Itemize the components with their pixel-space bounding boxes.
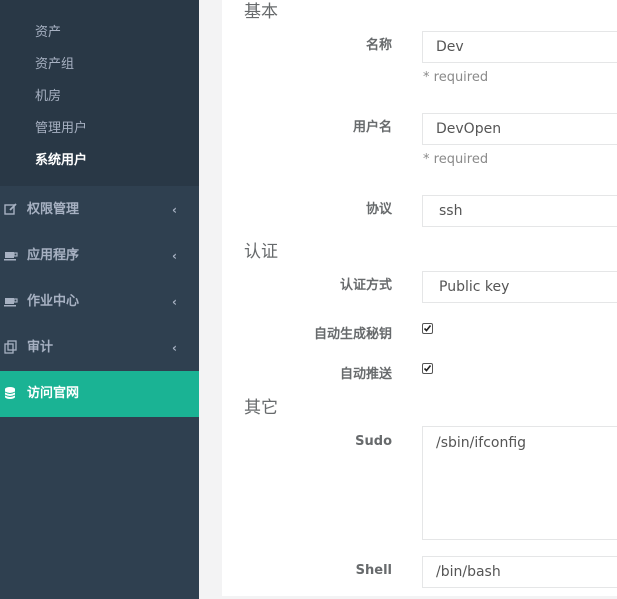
- chevron-left-icon: ‹: [172, 249, 177, 263]
- username-help: * required: [423, 152, 489, 167]
- name-input[interactable]: Dev: [422, 31, 617, 63]
- submenu-item-system-users[interactable]: 系统用户: [35, 152, 87, 170]
- sidebar-item-label: 权限管理: [27, 202, 80, 217]
- edit-icon: [4, 202, 18, 216]
- database-icon: [4, 386, 18, 400]
- name-label: 名称: [365, 38, 392, 53]
- section-title-basic: 基本: [244, 2, 278, 22]
- sidebar-item-jobs[interactable]: 作业中心 ‹: [0, 279, 199, 325]
- chevron-left-icon: ‹: [172, 295, 177, 309]
- username-label: 用户名: [352, 120, 392, 135]
- shell-input[interactable]: /bin/bash: [422, 556, 617, 588]
- sidebar-item-label: 访问官网: [27, 386, 80, 401]
- auto-generate-key-label: 自动生成秘钥: [313, 327, 392, 342]
- sidebar-item-applications[interactable]: 应用程序 ‹: [0, 233, 199, 279]
- username-input[interactable]: DevOpen: [422, 113, 617, 145]
- submenu-item-admin-users[interactable]: 管理用户: [35, 120, 87, 138]
- chevron-left-icon: ‹: [172, 341, 177, 355]
- sidebar: 资产 资产组 机房 管理用户 系统用户 权限管理 ‹ 应用程序 ‹ 作业中心 ‹…: [0, 0, 199, 599]
- sudo-label: Sudo: [355, 434, 392, 449]
- section-title-auth: 认证: [244, 242, 278, 262]
- auto-push-checkbox[interactable]: [422, 363, 433, 374]
- protocol-select[interactable]: ssh: [422, 195, 617, 227]
- chevron-left-icon: ‹: [172, 203, 177, 217]
- sidebar-item-permissions[interactable]: 权限管理 ‹: [0, 187, 199, 233]
- sidebar-item-label: 应用程序: [27, 248, 80, 263]
- coffee-icon: [4, 294, 18, 308]
- submenu-item-asset-groups[interactable]: 资产组: [35, 56, 74, 74]
- submenu-item-assets[interactable]: 资产: [35, 24, 61, 42]
- sidebar-item-label: 作业中心: [27, 294, 80, 309]
- protocol-label: 协议: [365, 202, 392, 217]
- sudo-textarea[interactable]: /sbin/ifconfig: [422, 426, 617, 540]
- coffee-icon: [4, 248, 18, 262]
- check-icon: [423, 365, 432, 372]
- copy-icon: [4, 340, 18, 354]
- shell-label: Shell: [355, 563, 392, 578]
- submenu-item-idc[interactable]: 机房: [35, 88, 61, 106]
- auto-push-label: 自动推送: [339, 367, 392, 382]
- check-icon: [423, 325, 432, 332]
- sidebar-item-official-site[interactable]: 访问官网: [0, 371, 199, 417]
- sidebar-item-label: 审计: [27, 340, 54, 355]
- section-title-other: 其它: [244, 398, 278, 418]
- sidebar-item-audit[interactable]: 审计 ‹: [0, 325, 199, 371]
- auth-method-label: 认证方式: [339, 278, 392, 293]
- auth-method-select[interactable]: Public key: [422, 271, 617, 303]
- submenu-assets: 资产 资产组 机房 管理用户 系统用户: [0, 0, 199, 186]
- auto-generate-key-checkbox[interactable]: [422, 323, 433, 334]
- name-help: * required: [423, 70, 489, 85]
